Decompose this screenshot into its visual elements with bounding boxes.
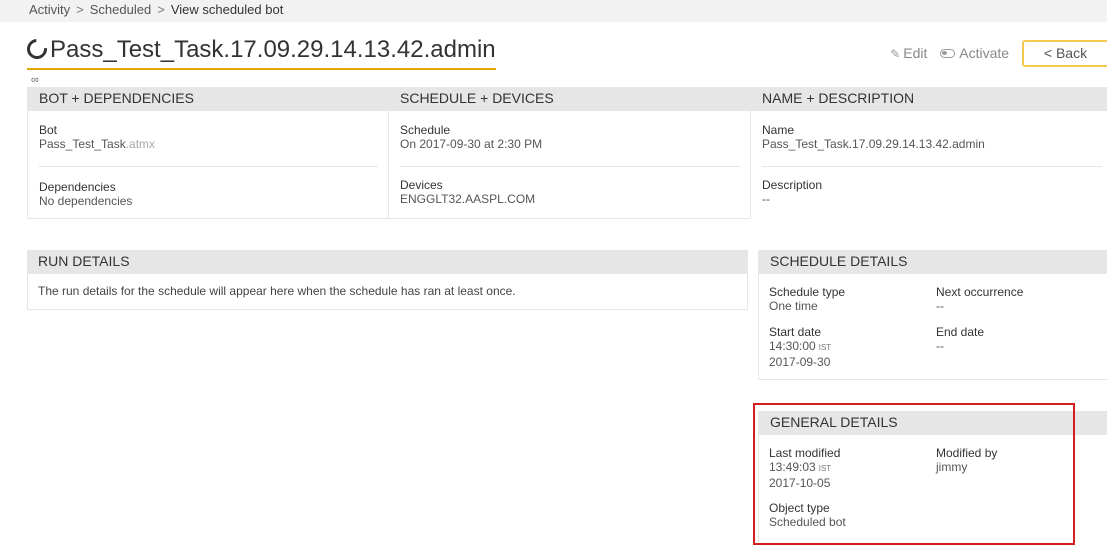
next-occurrence-label: Next occurrence: [936, 285, 1024, 299]
activate-label: Activate: [959, 45, 1010, 61]
end-date-label: End date: [936, 325, 985, 339]
back-button[interactable]: < Back: [1022, 40, 1107, 67]
name-description-panel: NAME + DESCRIPTION Name Pass_Test_Task.1…: [751, 87, 1107, 219]
toggle-icon: [940, 49, 956, 58]
page-title: Pass_Test_Task.17.09.29.14.13.42.admin: [50, 36, 496, 63]
divider: [400, 166, 740, 167]
bot-dependencies-heading: BOT + DEPENDENCIES: [28, 87, 389, 111]
schedule-devices-heading: SCHEDULE + DEVICES: [389, 87, 751, 111]
bot-extension: .atmx: [125, 137, 156, 151]
timezone-label: IST: [818, 343, 832, 352]
dependencies-label: Dependencies: [39, 180, 116, 194]
schedule-type-label: Schedule type: [769, 285, 846, 299]
schedule-details-heading: SCHEDULE DETAILS: [759, 250, 1107, 274]
end-date-value: --: [936, 339, 944, 353]
start-date-label: Start date: [769, 325, 822, 339]
modified-by-label: Modified by: [936, 446, 998, 460]
schedule-type-value: One time: [769, 299, 818, 313]
breadcrumb: Activity > Scheduled > View scheduled bot: [0, 0, 1107, 22]
run-details-heading: RUN DETAILS: [27, 250, 748, 274]
object-type-value: Scheduled bot: [769, 515, 846, 529]
schedule-devices-panel: SCHEDULE + DEVICES Schedule On 2017-09-3…: [389, 87, 751, 219]
description-value: --: [762, 192, 770, 206]
name-description-heading: NAME + DESCRIPTION: [751, 87, 1107, 111]
divider: [39, 166, 378, 167]
schedule-label: Schedule: [400, 123, 451, 137]
link-icon[interactable]: ∞: [31, 74, 39, 86]
schedule-details-panel: SCHEDULE DETAILS Schedule type One time …: [758, 250, 1107, 380]
divider: [762, 166, 1102, 167]
run-details-panel: RUN DETAILS The run details for the sche…: [27, 250, 748, 310]
breadcrumb-current: View scheduled bot: [170, 2, 284, 17]
name-label: Name: [762, 123, 795, 137]
general-details-heading: GENERAL DETAILS: [759, 411, 1107, 435]
start-date: 2017-09-30: [769, 355, 831, 369]
dependencies-value: No dependencies: [39, 194, 133, 208]
breadcrumb-activity[interactable]: Activity: [29, 2, 70, 17]
header-actions: ✎ Edit Activate < Back: [890, 40, 1107, 67]
timezone-label: IST: [818, 464, 832, 473]
breadcrumb-separator: >: [157, 2, 165, 17]
page-title-wrap: Pass_Test_Task.17.09.29.14.13.42.admin: [22, 34, 496, 70]
object-type-label: Object type: [769, 501, 830, 515]
bot-dependencies-panel: BOT + DEPENDENCIES Bot Pass_Test_Task.at…: [27, 87, 389, 219]
general-details-panel: GENERAL DETAILS Last modified 13:49:03 IS…: [758, 411, 1107, 544]
last-modified-time: 13:49:03: [769, 460, 816, 474]
bot-name[interactable]: Pass_Test_Task: [39, 137, 126, 151]
schedule-value: On 2017-09-30 at 2:30 PM: [400, 137, 543, 151]
last-modified-label: Last modified: [769, 446, 841, 460]
modified-by-value: jimmy: [936, 460, 968, 474]
activate-button[interactable]: Activate: [940, 40, 1009, 67]
edit-label: Edit: [903, 45, 928, 61]
spinner-ring-icon: [22, 34, 52, 64]
bot-label: Bot: [39, 123, 58, 137]
description-label: Description: [762, 178, 823, 192]
run-details-message: The run details for the schedule will ap…: [38, 284, 516, 298]
name-value: Pass_Test_Task.17.09.29.14.13.42.admin: [762, 137, 985, 151]
breadcrumb-scheduled[interactable]: Scheduled: [90, 2, 151, 17]
breadcrumb-separator: >: [76, 2, 84, 17]
start-time: 14:30:00: [769, 339, 816, 353]
edit-button[interactable]: ✎ Edit: [890, 40, 927, 68]
last-modified-date: 2017-10-05: [769, 476, 831, 490]
pencil-icon: ✎: [890, 47, 901, 61]
devices-label: Devices: [400, 178, 443, 192]
devices-value: ENGGLT32.AASPL.COM: [400, 192, 536, 206]
next-occurrence-value: --: [936, 299, 944, 313]
